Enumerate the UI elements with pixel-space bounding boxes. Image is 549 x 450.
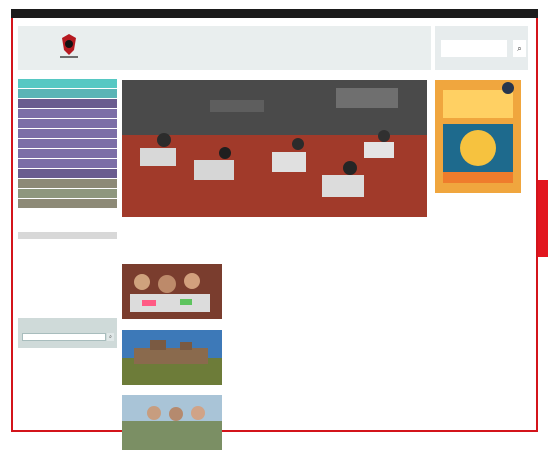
sidebar-item-12[interactable]: [18, 189, 117, 198]
site-header: [18, 26, 431, 70]
top-bar: [11, 9, 538, 18]
site-logo[interactable]: [54, 32, 84, 62]
left-link-list: [18, 232, 117, 239]
right-poster-banner[interactable]: [435, 80, 521, 193]
search-button[interactable]: ⌕: [513, 40, 526, 57]
sidebar-item-6[interactable]: [18, 129, 117, 138]
page-frame: ⌕ ⌕: [0, 0, 549, 450]
search-icon: ⌕: [517, 44, 522, 53]
news-thumbnail-1[interactable]: [122, 264, 222, 319]
news-item: [122, 330, 427, 385]
sidebar-item-8[interactable]: [18, 149, 117, 158]
sidebar-item-4[interactable]: [18, 109, 117, 118]
site-search-panel: ⌕: [435, 26, 528, 70]
news-item: [122, 264, 427, 319]
sidebar-item-13[interactable]: [18, 199, 117, 208]
left-search-input[interactable]: [22, 333, 106, 341]
side-feedback-tab[interactable]: [538, 180, 548, 257]
sidebar-item-7[interactable]: [18, 139, 117, 148]
left-search-button[interactable]: ⌕: [107, 333, 114, 341]
sidebar-item-10[interactable]: [18, 169, 117, 178]
news-thumbnail-2[interactable]: [122, 330, 222, 385]
left-sidebar-nav: [18, 79, 117, 252]
sidebar-item-2[interactable]: [18, 89, 117, 98]
news-thumbnail-3[interactable]: [122, 395, 222, 450]
sidebar-item-3[interactable]: [18, 99, 117, 108]
news-item: [122, 395, 427, 450]
sidebar-item-9[interactable]: [18, 159, 117, 168]
search-input[interactable]: [441, 40, 507, 57]
hero-image[interactable]: [122, 80, 427, 217]
search-icon: ⌕: [109, 334, 112, 340]
sidebar-item-5[interactable]: [18, 119, 117, 128]
left-search-panel: ⌕: [18, 318, 117, 348]
sidebar-item-11[interactable]: [18, 179, 117, 188]
sidebar-item-1[interactable]: [18, 79, 117, 88]
left-link-7[interactable]: [18, 238, 117, 239]
